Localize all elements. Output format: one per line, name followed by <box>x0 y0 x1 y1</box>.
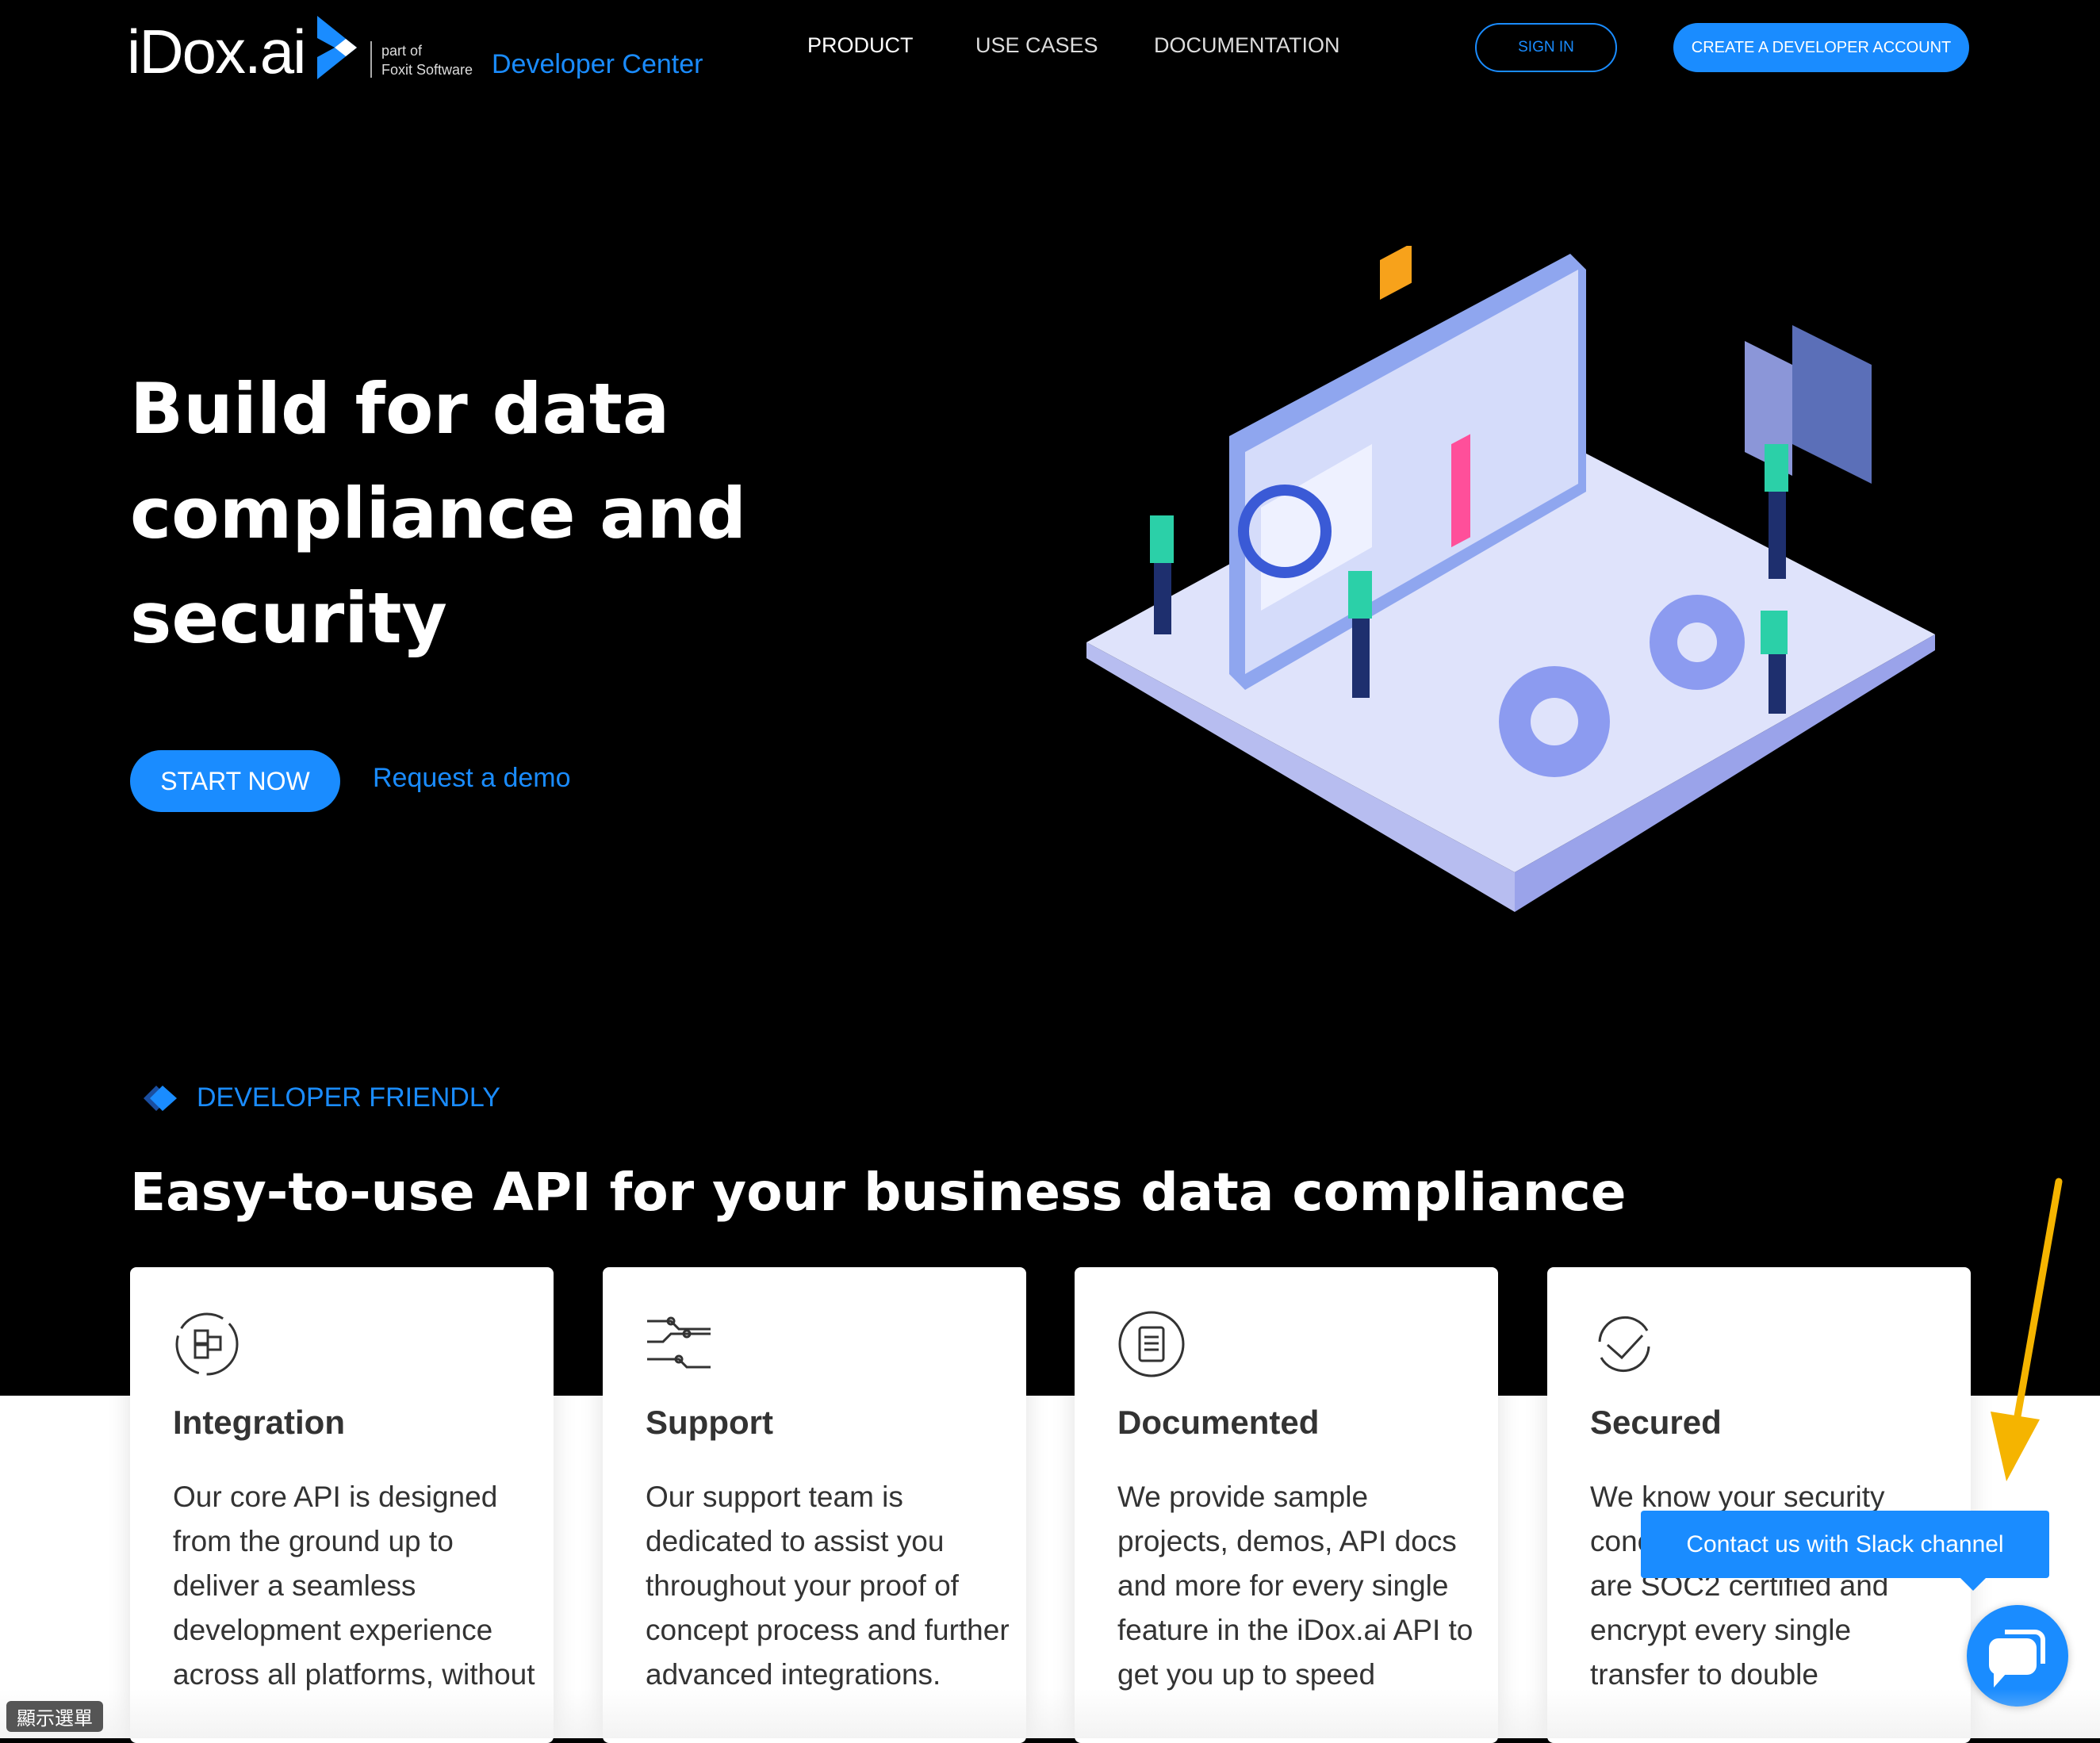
card-body: Our core API is designed from the ground… <box>173 1481 535 1691</box>
card-body: Our support team is dedicated to assist … <box>646 1481 1010 1691</box>
card-title: Integration <box>173 1404 345 1441</box>
card-body: We provide sample projects, demos, API d… <box>1117 1481 1473 1691</box>
part-of-label: part of Foxit Software <box>381 41 473 79</box>
nav-documentation[interactable]: DOCUMENTATION <box>1154 33 1339 58</box>
logo-chevron-icon <box>317 16 357 79</box>
hero-line: security <box>130 577 447 659</box>
create-account-button[interactable]: CREATE A DEVELOPER ACCOUNT <box>1673 23 1969 72</box>
hero-line: compliance and <box>130 473 747 554</box>
request-demo-link[interactable]: Request a demo <box>373 763 571 794</box>
clipboard-icon <box>1118 1311 1185 1377</box>
feature-card-secured: Secured We know your security concerns, … <box>1547 1267 1971 1743</box>
nav-product[interactable]: PRODUCT <box>807 33 914 58</box>
developer-center-link[interactable]: Developer Center <box>492 49 703 80</box>
part-of-text: part of <box>381 43 423 59</box>
logo-divider <box>370 41 372 78</box>
chat-bubble-icon <box>1989 1630 2045 1687</box>
card-title: Secured <box>1590 1404 1722 1441</box>
sign-in-button[interactable]: SIGN IN <box>1475 23 1617 72</box>
feature-card-integration: Integration Our core API is designed fro… <box>130 1267 554 1743</box>
chat-button[interactable] <box>1967 1605 2068 1707</box>
card-body: We know your security concerns, even mor… <box>1590 1481 1924 1691</box>
card-title: Support <box>646 1404 773 1441</box>
diamond-icon <box>144 1086 177 1111</box>
isometric-illustration <box>1086 246 1935 912</box>
circuit-icon <box>647 1316 711 1369</box>
section-heading: Easy-to-use API for your business data c… <box>130 1162 1627 1223</box>
logo[interactable]: iDox.ai <box>127 16 306 88</box>
card-title: Documented <box>1117 1404 1320 1441</box>
hero-title: Build for data compliance and security <box>130 357 923 671</box>
feature-card-documented: Documented We provide sample projects, d… <box>1075 1267 1498 1743</box>
shield-check-icon <box>1598 1316 1650 1373</box>
show-menu-badge[interactable]: 顯示選單 <box>6 1701 103 1732</box>
cubes-icon <box>175 1312 239 1376</box>
start-now-button[interactable]: START NOW <box>130 750 340 812</box>
feature-card-support: Support Our support team is dedicated to… <box>603 1267 1026 1743</box>
hero-line: Build for data <box>130 368 670 450</box>
foxit-text: Foxit Software <box>381 62 473 78</box>
arrow-annotation-icon <box>1991 1178 2063 1481</box>
nav-use-cases[interactable]: USE CASES <box>975 33 1098 58</box>
slack-tooltip: Contact us with Slack channel <box>1641 1511 2049 1591</box>
section-eyebrow: DEVELOPER FRIENDLY <box>197 1082 500 1113</box>
